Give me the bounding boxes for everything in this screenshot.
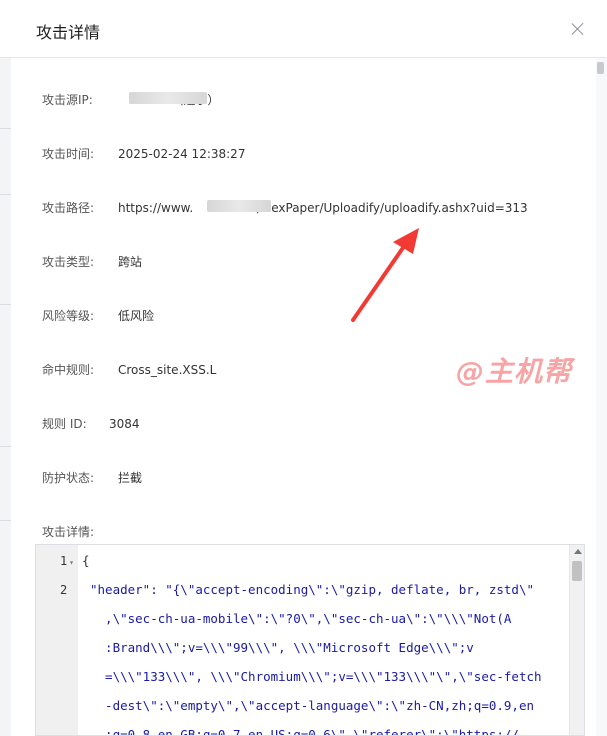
field-label: 命中规则:	[42, 363, 95, 377]
redacted-domain	[207, 200, 271, 212]
editor-scrollbar[interactable]	[569, 545, 584, 735]
backdrop-divider	[0, 128, 11, 129]
attack-type-value: 跨站	[118, 255, 143, 269]
code-line: "header": "{\"accept-encoding\":\"gzip, …	[90, 582, 535, 597]
protection-status-value: 拦截	[118, 471, 143, 485]
close-icon[interactable]	[571, 22, 585, 36]
field-label: 攻击详情:	[42, 525, 95, 539]
field-attack-path: 攻击路径: https://www. .com/FlexPaper/Uploadi…	[42, 199, 528, 216]
hit-rule-value: Cross_site.XSS.L	[118, 363, 217, 377]
code-line: ,\"sec-ch-ua-mobile\":\"?0\",\"sec-ch-ua…	[90, 611, 512, 626]
code-line: -dest\":\"empty\",\"accept-language\":\"…	[90, 698, 535, 713]
field-attack-time: 攻击时间: 2025-02-24 12:38:27	[42, 145, 245, 162]
dialog-header: 攻击详情	[0, 0, 607, 58]
field-label: 攻击类型:	[42, 255, 95, 269]
field-risk-level: 风险等级: 低风险	[42, 307, 154, 324]
field-protection-status: 防护状态: 拦截	[42, 469, 142, 486]
risk-level-value: 低风险	[118, 309, 155, 323]
field-attack-type: 攻击类型: 跨站	[42, 253, 142, 270]
field-label: 防护状态:	[42, 471, 95, 485]
scrollbar-thumb[interactable]	[572, 561, 582, 581]
code-line: ;q=0.8,en-GB;q=0.7,en-US;q=0.6\",\"refer…	[90, 727, 519, 736]
fold-toggle-icon[interactable]: ▾	[69, 558, 74, 567]
backdrop-divider	[0, 446, 11, 447]
field-label: 攻击源IP:	[42, 93, 93, 107]
attack-path-value: https://www. .com/FlexPaper/Uploadify/up…	[118, 201, 528, 215]
field-hit-rule: 命中规则: Cross_site.XSS.L	[42, 361, 216, 378]
scroll-up-icon[interactable]	[574, 549, 582, 554]
rule-id-value: 3084	[109, 417, 140, 431]
line-number: 2▾	[59, 583, 68, 597]
watermark: @主机帮	[456, 355, 573, 388]
line-number: 1 ▾	[59, 554, 74, 568]
code-line: =\\\"133\\\", \\\"Chromium\\\";v=\\\"133…	[90, 669, 542, 684]
field-rule-id: 规则 ID: 3084	[42, 415, 140, 432]
code-line: :Brand\\\";v=\\\"99\\\", \\\"Microsoft E…	[90, 640, 474, 655]
backdrop-divider	[0, 520, 11, 521]
field-label: 风险等级:	[42, 309, 95, 323]
attack-detail-dialog: 攻击详情 攻击源IP: .90 （遂宁） 攻击时间:2025-02-24 12:…	[0, 0, 607, 736]
code-line: {	[82, 553, 90, 568]
annotation-arrow-icon	[351, 228, 419, 322]
backdrop-left-edge	[0, 58, 11, 736]
attack-time-value: 2025-02-24 12:38:27	[118, 147, 246, 161]
field-label: 攻击时间:	[42, 147, 95, 161]
backdrop-scrollbar[interactable]	[597, 62, 604, 74]
redacted-ip	[129, 92, 207, 104]
field-label: 规则 ID:	[42, 417, 87, 431]
field-attack-detail: 攻击详情:	[42, 523, 118, 540]
field-label: 攻击路径:	[42, 201, 95, 215]
editor-gutter: 1▾ 2▾	[36, 545, 78, 735]
backdrop-divider	[0, 194, 11, 195]
attack-detail-code-editor[interactable]: 1▾ 2▾ { "header": "{\"accept-encoding\":…	[35, 544, 585, 736]
backdrop-divider	[0, 304, 11, 305]
dialog-title: 攻击详情	[36, 23, 101, 42]
